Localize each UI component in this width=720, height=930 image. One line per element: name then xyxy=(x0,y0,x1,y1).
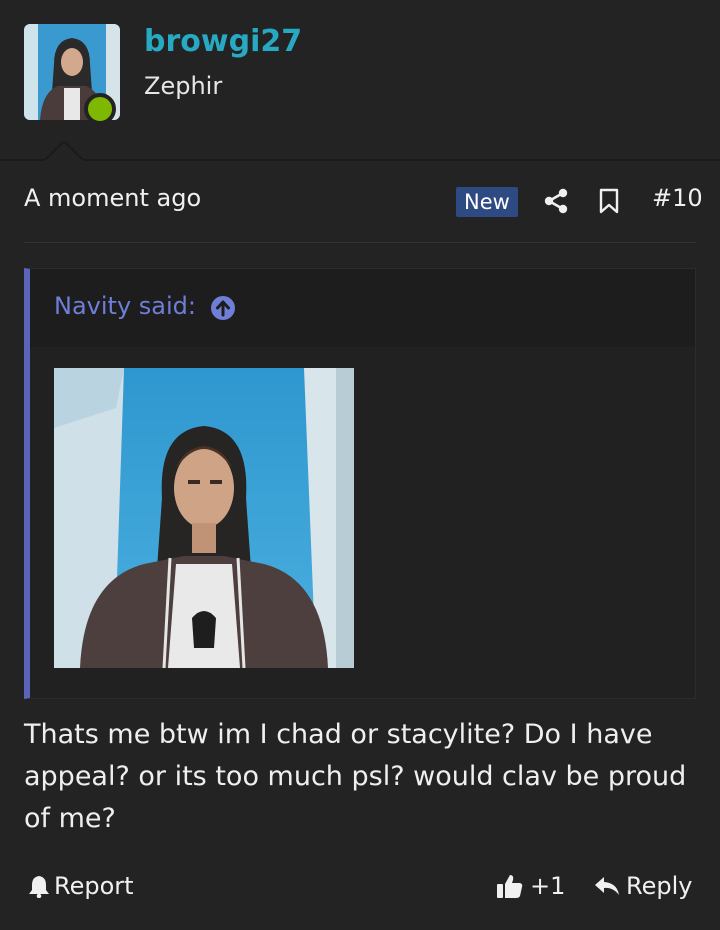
quoted-image[interactable] xyxy=(54,368,354,668)
report-label: Report xyxy=(54,872,134,900)
thumbs-up-icon xyxy=(497,875,523,898)
bell-icon xyxy=(29,876,49,898)
user-header: browgi27 Zephir xyxy=(0,0,720,160)
quoted-photo xyxy=(54,368,354,668)
post-body: Thats me btw im I chad or stacylite? Do … xyxy=(24,719,687,834)
arrow-up-circle-icon[interactable] xyxy=(210,295,236,321)
reply-arrow-icon xyxy=(595,877,619,895)
meta-divider xyxy=(24,242,696,243)
bookmark-icon[interactable] xyxy=(598,188,620,214)
quote-block: Navity said: xyxy=(24,268,696,699)
quote-author[interactable]: Navity said: xyxy=(54,292,196,320)
new-badge: New xyxy=(456,187,518,217)
post-number-link[interactable]: #10 xyxy=(652,184,703,212)
username-link[interactable]: browgi27 xyxy=(144,24,302,59)
header-divider xyxy=(0,159,720,161)
report-button[interactable]: Report xyxy=(28,872,134,900)
quote-header: Navity said: xyxy=(30,269,695,347)
like-button[interactable]: +1 xyxy=(496,872,565,900)
user-title: Zephir xyxy=(144,72,223,100)
reply-button[interactable]: Reply xyxy=(594,872,692,900)
share-icon[interactable] xyxy=(543,188,569,214)
reply-label: Reply xyxy=(626,872,693,900)
like-count: +1 xyxy=(530,872,566,900)
online-status-indicator xyxy=(84,93,116,125)
post-timestamp[interactable]: A moment ago xyxy=(24,184,201,212)
header-pointer-notch xyxy=(44,141,84,161)
